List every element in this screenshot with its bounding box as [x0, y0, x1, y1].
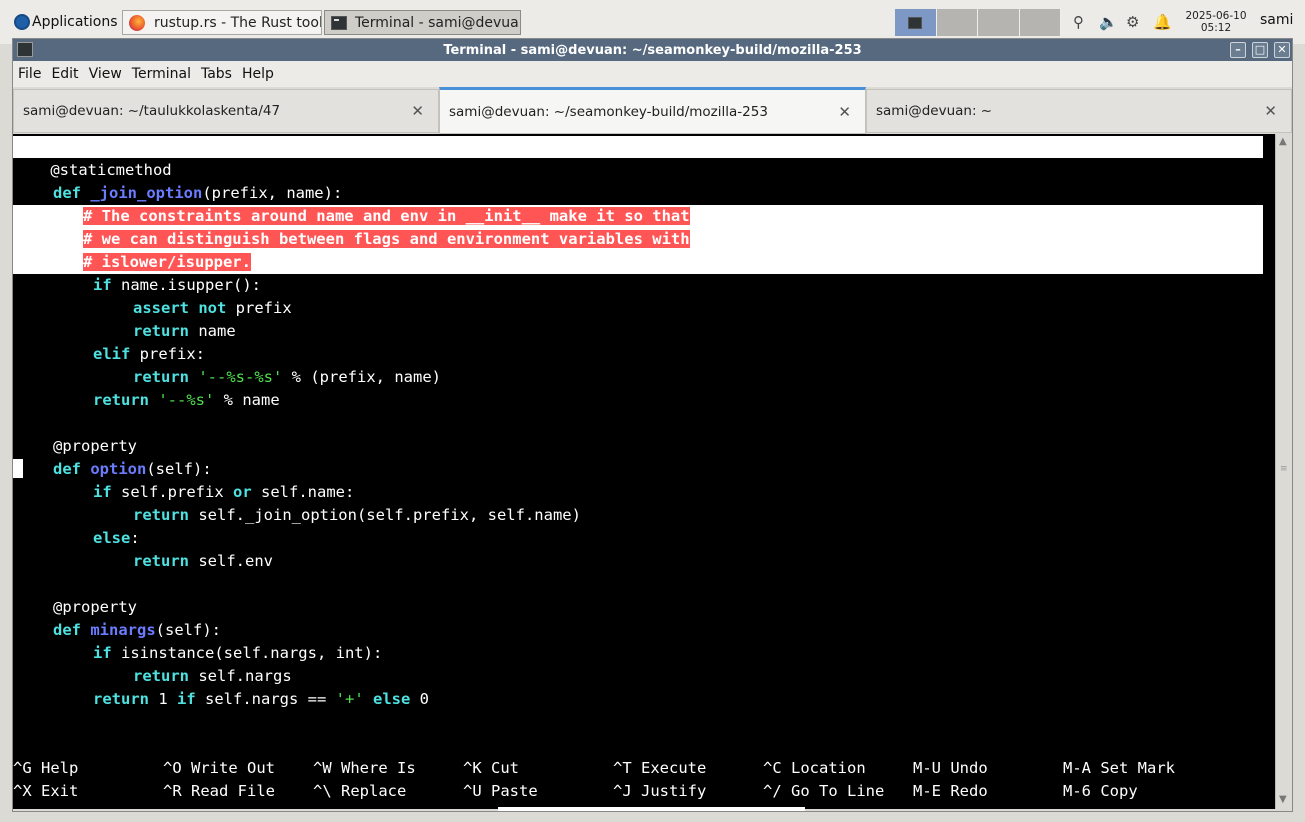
tab-bar: sami@devuan: ~/taulukkolaskenta/47 ✕ sam… — [13, 87, 1292, 134]
menu-help[interactable]: Help — [237, 66, 279, 82]
terminal-icon — [331, 15, 347, 30]
clock[interactable]: 2025-06-10 05:12 — [1181, 10, 1251, 34]
shortcut-write-out[interactable]: ^O Write Out — [163, 757, 275, 780]
code-line: def minargs(self): — [53, 621, 221, 639]
window-terminal-icon[interactable] — [17, 42, 33, 57]
notification-bell-icon[interactable]: 🔔 — [1153, 13, 1172, 31]
shortcut-read-file[interactable]: ^R Read File — [163, 780, 275, 803]
code-line: @property — [53, 598, 137, 616]
taskbar-task-firefox[interactable]: rustup.rs - The Rust tool... — [122, 10, 322, 35]
code-line: return '--%s-%s' % (prefix, name) — [133, 368, 441, 386]
shortcut-copy[interactable]: M-6 Copy — [1063, 780, 1138, 803]
code-line: return '--%s' % name — [93, 391, 280, 409]
menu-terminal[interactable]: Terminal — [127, 66, 196, 82]
workspace-4[interactable] — [1019, 9, 1061, 36]
maximize-button[interactable]: □ — [1252, 42, 1268, 58]
code-line: else: — [93, 529, 140, 547]
tab-close-icon[interactable]: ✕ — [838, 103, 851, 121]
tab-label: sami@devuan: ~/taulukkolaskenta/47 — [23, 103, 281, 119]
terminal-icon — [908, 16, 923, 29]
workspace-2[interactable] — [936, 9, 978, 36]
close-button[interactable]: ✕ — [1274, 42, 1290, 58]
shortcut-set-mark[interactable]: M-A Set Mark — [1063, 757, 1175, 780]
shortcut-paste[interactable]: ^U Paste — [463, 780, 538, 803]
code-line: elif prefix: — [93, 345, 205, 363]
shortcut-cut[interactable]: ^K Cut — [463, 757, 519, 780]
minimize-button[interactable]: – — [1230, 42, 1246, 58]
window-title: Terminal - sami@devuan: ~/seamonkey-buil… — [443, 42, 862, 58]
tab-taulukkolaskenta[interactable]: sami@devuan: ~/taulukkolaskenta/47 ✕ — [13, 89, 439, 133]
task-label: rustup.rs - The Rust tool... — [154, 14, 322, 31]
scroll-up-icon[interactable]: ▲ — [1279, 136, 1287, 147]
shortcut-where-is[interactable]: ^W Where Is — [313, 757, 416, 780]
vertical-scrollbar[interactable]: ▲ ≡ ▼ — [1275, 134, 1292, 809]
scroll-down-icon[interactable]: ▼ — [1279, 794, 1287, 805]
menu-tabs[interactable]: Tabs — [196, 66, 237, 82]
shortcut-help[interactable]: ^G Help — [13, 757, 78, 780]
window-titlebar[interactable]: Terminal - sami@devuan: ~/seamonkey-buil… — [13, 39, 1292, 61]
shortcut-replace[interactable]: ^\ Replace — [313, 780, 406, 803]
tab-home[interactable]: sami@devuan: ~ ✕ — [866, 89, 1292, 133]
shortcut-go-to-line[interactable]: ^/ Go To Line — [763, 780, 884, 803]
code-line: return 1 if self.nargs == '+' else 0 — [93, 690, 429, 708]
code-line: if self.prefix or self.name: — [93, 483, 355, 501]
clock-date: 2025-06-10 — [1185, 10, 1247, 22]
workspace-3[interactable] — [978, 9, 1020, 36]
tab-label: sami@devuan: ~ — [876, 103, 993, 119]
workspace-1[interactable] — [895, 9, 937, 36]
user-name[interactable]: sami — [1260, 12, 1293, 28]
network-icon[interactable]: ⚙ — [1126, 13, 1139, 31]
comment-line: # we can distinguish between flags and e… — [83, 230, 690, 248]
applications-menu[interactable]: Applications — [14, 10, 118, 34]
code-line: @property — [53, 437, 137, 455]
shortcut-undo[interactable]: M-U Undo — [913, 757, 988, 780]
scroll-grip-icon[interactable]: ≡ — [1280, 464, 1288, 474]
nano-header: GNU nano 7.2 /home/sami/seamonkey-build/… — [13, 136, 1263, 200]
tab-close-icon[interactable]: ✕ — [411, 102, 424, 120]
firefox-icon — [129, 14, 145, 31]
shortcut-redo[interactable]: M-E Redo — [913, 780, 988, 803]
shortcut-location[interactable]: ^C Location — [763, 757, 866, 780]
code-line: def option(self): — [53, 460, 212, 478]
code-line: return self.env — [133, 552, 273, 570]
applications-label: Applications — [32, 14, 118, 30]
code-line: if name.isupper(): — [93, 276, 261, 294]
workspace-switcher[interactable] — [895, 9, 1061, 36]
taskbar-task-terminal[interactable]: Terminal - sami@devua... — [324, 10, 521, 35]
search-icon[interactable]: ⚲ — [1073, 13, 1084, 31]
code-line: def _join_option(prefix, name): — [53, 184, 343, 202]
code-line: return self.nargs — [133, 667, 292, 685]
comment-line: # The constraints around name and env in… — [83, 207, 690, 225]
tab-seamonkey-build[interactable]: sami@devuan: ~/seamonkey-build/mozilla-2… — [439, 87, 866, 134]
shortcut-execute[interactable]: ^T Execute — [613, 757, 706, 780]
nano-file-path: /home/sami/seamonkey-build/mozilla-253/p… — [243, 182, 1027, 200]
clock-time: 05:12 — [1200, 22, 1232, 34]
code-line: return name — [133, 322, 236, 340]
tab-label: sami@devuan: ~/seamonkey-build/mozilla-2… — [449, 103, 768, 120]
code-line: if isinstance(self.nargs, int): — [93, 644, 383, 662]
devuan-logo-icon — [14, 14, 30, 30]
text-cursor — [13, 459, 23, 478]
code-line: return self._join_option(self.prefix, se… — [133, 506, 581, 524]
horizontal-scroll-indicator — [498, 807, 805, 811]
task-label: Terminal - sami@devua... — [355, 14, 521, 31]
volume-icon[interactable]: 🔈 — [1099, 13, 1118, 31]
shortcut-justify[interactable]: ^J Justify — [613, 780, 706, 803]
terminal-window: Terminal - sami@devuan: ~/seamonkey-buil… — [12, 38, 1293, 812]
menu-file[interactable]: File — [13, 66, 46, 82]
code-line: @staticmethod — [13, 161, 172, 179]
menubar: File Edit View Terminal Tabs Help — [13, 61, 1292, 87]
tab-close-icon[interactable]: ✕ — [1264, 102, 1277, 120]
comment-line: # islower/isupper. — [83, 253, 251, 271]
menu-view[interactable]: View — [84, 66, 127, 82]
code-line: assert not prefix — [133, 299, 292, 317]
menu-edit[interactable]: Edit — [46, 66, 83, 82]
terminal-area[interactable]: GNU nano 7.2 /home/sami/seamonkey-build/… — [13, 134, 1275, 809]
shortcut-exit[interactable]: ^X Exit — [13, 780, 78, 803]
